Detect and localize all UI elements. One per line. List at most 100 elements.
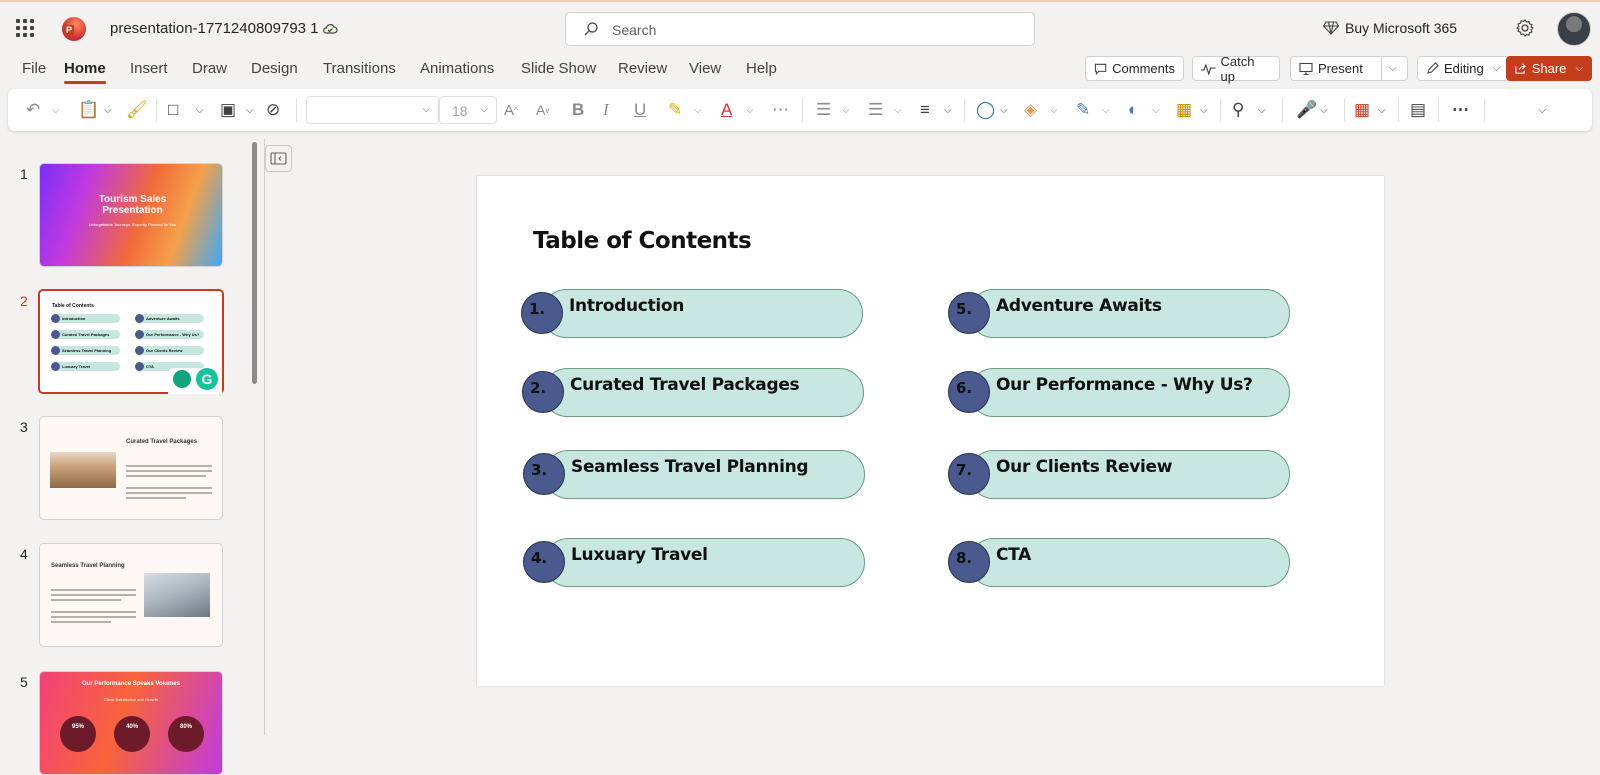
- shapes-icon[interactable]: ◯: [976, 99, 995, 121]
- bullets-dropdown-icon[interactable]: ⌵: [842, 99, 850, 121]
- buy-microsoft-365-link[interactable]: Buy Microsoft 365: [1345, 20, 1457, 36]
- tab-review[interactable]: Review: [618, 60, 667, 77]
- collapse-pane-button[interactable]: [265, 145, 292, 172]
- arrange-dropdown-icon[interactable]: ⌵: [1200, 99, 1208, 121]
- font-color-dropdown-icon[interactable]: ⌵: [746, 99, 754, 121]
- paste-dropdown-icon[interactable]: ⌵: [104, 99, 112, 121]
- chevron-down-icon: ⌵: [480, 104, 488, 115]
- designer-dropdown-icon[interactable]: ⌵: [1378, 99, 1386, 121]
- present-options-button[interactable]: ⌵: [1381, 56, 1408, 81]
- decrease-font-icon[interactable]: Av: [536, 99, 549, 121]
- editing-mode-button[interactable]: Editing ⌵: [1417, 56, 1510, 81]
- shapes-dropdown-icon[interactable]: ⌵: [1000, 99, 1008, 121]
- new-slide-dropdown-icon[interactable]: ⌵: [196, 99, 204, 121]
- numbering-icon[interactable]: ☰: [868, 99, 883, 121]
- catch-up-button[interactable]: Catch up: [1192, 54, 1280, 84]
- hide-slide-icon[interactable]: ⊘: [266, 99, 280, 121]
- toc-item-4[interactable]: 4. Luxuary Travel: [523, 538, 865, 587]
- search-box[interactable]: Search: [565, 12, 1035, 46]
- search-placeholder: Search: [612, 22, 657, 38]
- align-icon[interactable]: ≡: [920, 99, 930, 121]
- toc-number: 1.: [529, 300, 546, 318]
- comments-button[interactable]: Comments: [1085, 56, 1184, 81]
- thumb-title: Seamless Travel Planning: [51, 563, 125, 569]
- more-options-icon[interactable]: ⋯: [1452, 99, 1469, 121]
- underline-icon[interactable]: U: [634, 99, 646, 121]
- layout-icon[interactable]: ▣: [220, 99, 236, 121]
- slide-thumbnail-1[interactable]: Tourism Sales Presentation Unforgettable…: [39, 163, 223, 267]
- shape-outline-icon[interactable]: ✎: [1076, 99, 1090, 121]
- dictate-microphone-icon[interactable]: 🎤: [1296, 99, 1317, 121]
- highlight-dropdown-icon[interactable]: ⌵: [694, 99, 702, 121]
- highlight-icon[interactable]: ✎: [668, 99, 682, 121]
- align-dropdown-icon[interactable]: ⌵: [944, 99, 952, 121]
- arrange-icon[interactable]: ▦: [1176, 99, 1192, 121]
- slide-thumbnail-5[interactable]: Our Performance Speaks Volumes Client Sa…: [39, 671, 223, 775]
- tab-home[interactable]: Home: [64, 60, 106, 84]
- format-painter-icon[interactable]: 🖌: [126, 99, 148, 121]
- find-dropdown-icon[interactable]: ⌵: [1258, 99, 1266, 121]
- slide-thumbnail-3[interactable]: Curated Travel Packages: [39, 416, 223, 520]
- toc-item-2[interactable]: 2. Curated Travel Packages: [522, 368, 864, 417]
- slide-thumbnail-4[interactable]: Seamless Travel Planning: [39, 543, 223, 647]
- toc-item-6[interactable]: 6. Our Performance - Why Us?: [948, 368, 1290, 417]
- shape-effects-icon[interactable]: ◐: [1128, 99, 1138, 121]
- increase-font-icon[interactable]: A ^: [504, 99, 518, 121]
- thumb-toc-item: Introduction: [51, 314, 120, 323]
- document-title[interactable]: presentation-1771240809793 1: [110, 20, 319, 37]
- powerpoint-logo-icon[interactable]: [62, 17, 86, 41]
- cloud-saved-icon[interactable]: [322, 21, 338, 37]
- numbering-dropdown-icon[interactable]: ⌵: [894, 99, 902, 121]
- more-font-options-icon[interactable]: ⋯: [772, 99, 789, 121]
- thumb-title: Tourism Sales Presentation: [98, 194, 167, 216]
- bold-icon[interactable]: B: [572, 99, 584, 121]
- toc-item-1[interactable]: 1. Introduction: [521, 289, 863, 338]
- expand-ribbon-icon[interactable]: ⌵: [1538, 99, 1546, 121]
- share-button[interactable]: Share ⌵: [1506, 56, 1592, 81]
- tab-help[interactable]: Help: [746, 60, 777, 77]
- user-avatar[interactable]: [1557, 12, 1591, 46]
- shape-fill-icon[interactable]: ◈: [1024, 99, 1037, 121]
- lightbulb-icon[interactable]: [173, 370, 191, 388]
- font-color-icon[interactable]: A: [721, 99, 732, 121]
- thumbnail-scrollbar[interactable]: [252, 142, 257, 384]
- new-slide-icon[interactable]: □: [168, 99, 178, 121]
- tab-slide-show[interactable]: Slide Show: [521, 60, 596, 77]
- toc-label: Curated Travel Packages: [570, 375, 800, 395]
- layout-dropdown-icon[interactable]: ⌵: [246, 99, 254, 121]
- shape-outline-dropdown-icon[interactable]: ⌵: [1102, 99, 1110, 121]
- tab-design[interactable]: Design: [251, 60, 298, 77]
- undo-icon[interactable]: ↶: [26, 99, 40, 121]
- italic-icon[interactable]: I: [603, 99, 609, 121]
- add-ins-icon[interactable]: ▤: [1410, 99, 1426, 121]
- thumb-title: Our Performance Speaks Volumes: [82, 681, 180, 687]
- bullets-icon[interactable]: ☰: [816, 99, 831, 121]
- shape-fill-dropdown-icon[interactable]: ⌵: [1050, 99, 1058, 121]
- undo-dropdown-icon[interactable]: ⌵: [52, 99, 60, 121]
- grammarly-icon[interactable]: G: [196, 368, 218, 390]
- designer-icon[interactable]: ▦: [1354, 99, 1370, 121]
- dictate-dropdown-icon[interactable]: ⌵: [1320, 99, 1328, 121]
- toc-item-7[interactable]: 7. Our Clients Review: [948, 450, 1290, 499]
- slide-canvas[interactable]: Table of Contents 1. Introduction 2. Cur…: [477, 176, 1384, 686]
- tab-transitions[interactable]: Transitions: [323, 60, 396, 77]
- editing-label: Editing: [1444, 61, 1484, 76]
- present-button[interactable]: Present: [1290, 56, 1382, 81]
- find-icon[interactable]: ⚲: [1232, 99, 1244, 121]
- toc-item-8[interactable]: 8. CTA: [948, 538, 1290, 587]
- tab-draw[interactable]: Draw: [192, 60, 227, 77]
- tab-view[interactable]: View: [689, 60, 721, 77]
- tab-animations[interactable]: Animations: [420, 60, 494, 77]
- clipboard-paste-icon[interactable]: 📋: [78, 99, 99, 121]
- toc-item-3[interactable]: 3. Seamless Travel Planning: [523, 450, 865, 499]
- font-size-select[interactable]: 18 ⌵: [439, 96, 497, 124]
- tab-insert[interactable]: Insert: [130, 60, 168, 77]
- settings-gear-icon[interactable]: [1515, 18, 1535, 38]
- thumb-title: Curated Travel Packages: [126, 439, 198, 445]
- slide-title[interactable]: Table of Contents: [533, 228, 752, 254]
- toc-item-5[interactable]: 5. Adventure Awaits: [948, 289, 1290, 338]
- tab-file[interactable]: File: [22, 60, 46, 77]
- font-family-select[interactable]: ⌵: [306, 96, 439, 124]
- app-launcher-icon[interactable]: [16, 19, 34, 37]
- shape-effects-dropdown-icon[interactable]: ⌵: [1152, 99, 1160, 121]
